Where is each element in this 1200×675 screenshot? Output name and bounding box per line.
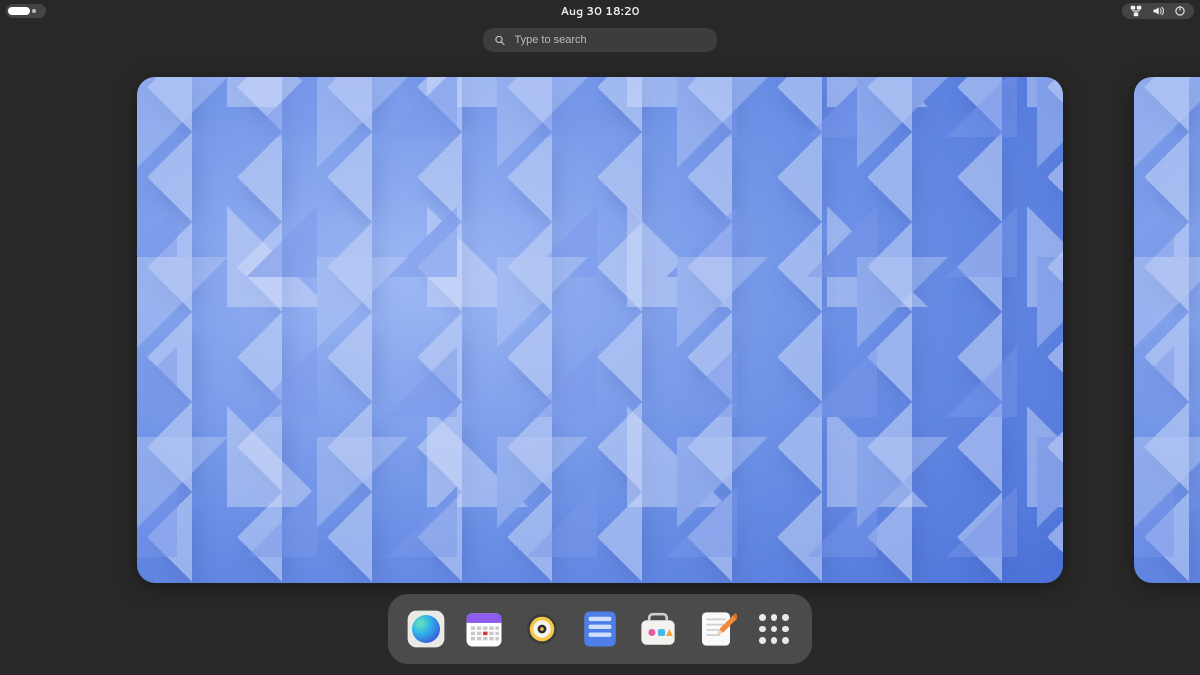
workspace-thumbnail-1[interactable] [137, 77, 1063, 583]
dock-app-web[interactable] [402, 605, 450, 653]
workspace-thumbnail-2[interactable] [1134, 77, 1200, 583]
power-icon [1174, 5, 1186, 17]
network-wired-icon [1130, 5, 1142, 17]
wallpaper [1134, 77, 1200, 583]
search-input[interactable] [515, 34, 706, 46]
dock-app-calendar[interactable] [460, 605, 508, 653]
dash [388, 594, 812, 664]
app-grid-icon [759, 614, 789, 644]
search-icon [495, 35, 506, 46]
status-menu[interactable] [1122, 3, 1194, 19]
dock-app-music[interactable] [518, 605, 566, 653]
overview-search[interactable] [483, 28, 718, 52]
calendar-icon [463, 608, 505, 650]
show-applications-button[interactable] [750, 605, 798, 653]
music-icon [521, 608, 563, 650]
dock-app-software[interactable] [634, 605, 682, 653]
dock-app-todo[interactable] [576, 605, 624, 653]
top-panel: Aug 30 18:20 [0, 0, 1200, 22]
workspace-indicator[interactable] [6, 4, 46, 18]
workspace-dot-inactive [32, 9, 36, 13]
web-browser-icon [405, 608, 447, 650]
clock[interactable]: Aug 30 18:20 [561, 3, 640, 19]
software-icon [637, 608, 679, 650]
dock-app-editor[interactable] [692, 605, 740, 653]
todo-icon [579, 608, 621, 650]
text-editor-icon [695, 608, 737, 650]
volume-icon [1152, 5, 1164, 17]
workspace-dot-active [8, 7, 30, 15]
wallpaper [137, 77, 1063, 583]
